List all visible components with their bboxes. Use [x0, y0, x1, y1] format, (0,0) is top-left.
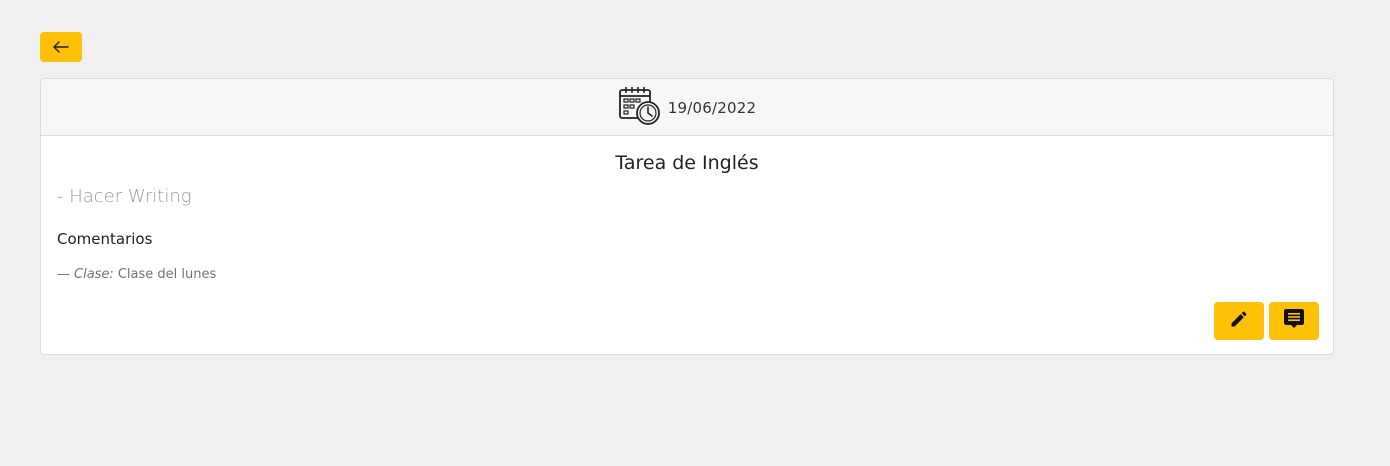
comment-text: Clase del lunes	[117, 267, 217, 282]
task-card: 19/06/2022 Tarea de Inglés - Hacer Writi…	[40, 78, 1334, 355]
comment-button[interactable]	[1269, 302, 1319, 340]
comment-icon	[1282, 307, 1306, 335]
comment-label: Clase:	[74, 267, 114, 282]
comments-heading: Comentarios	[57, 230, 153, 248]
card-body: Tarea de Inglés - Hacer Writing Comentar…	[41, 136, 1333, 354]
calendar-clock-icon	[618, 85, 662, 131]
pencil-icon	[1229, 309, 1249, 333]
back-button[interactable]	[40, 32, 82, 62]
arrow-left-icon	[53, 38, 69, 57]
task-date: 19/06/2022	[667, 99, 757, 117]
comment-item: — Clase: Clase del lunes	[57, 267, 216, 282]
comment-dash: —	[57, 267, 70, 282]
card-header: 19/06/2022	[41, 79, 1333, 136]
task-title: Tarea de Inglés	[615, 152, 759, 174]
edit-button[interactable]	[1214, 302, 1264, 340]
task-description: - Hacer Writing	[57, 186, 192, 207]
